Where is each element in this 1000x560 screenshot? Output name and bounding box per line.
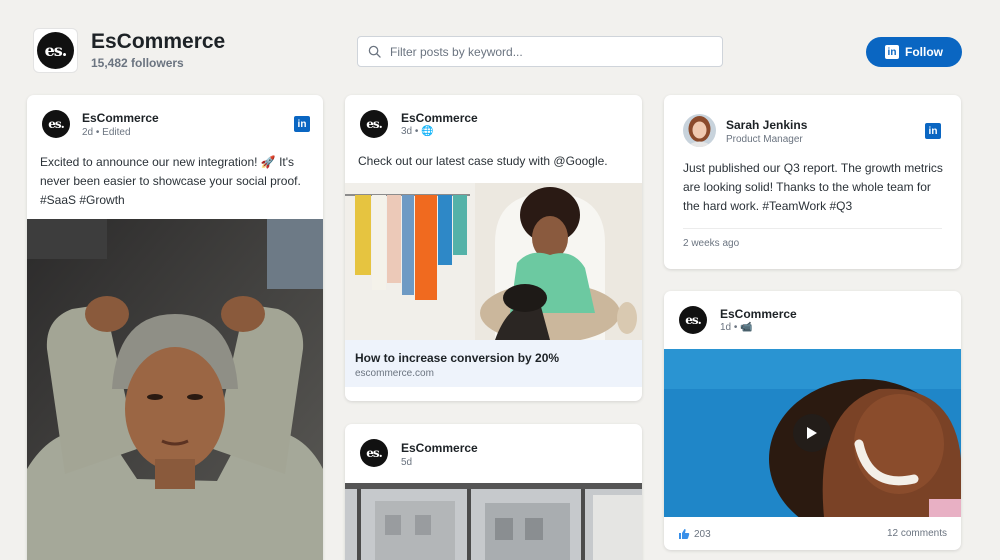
author-avatar[interactable]: es. <box>360 110 388 138</box>
post-meta: 2d • Edited <box>82 127 131 138</box>
follow-label: Follow <box>905 45 943 59</box>
post-image[interactable] <box>345 483 642 560</box>
link-domain: escommerce.com <box>355 368 434 379</box>
search-input[interactable] <box>390 44 690 59</box>
post-image[interactable] <box>345 183 642 340</box>
author-role: Product Manager <box>726 134 803 145</box>
link-title[interactable]: How to increase conversion by 20% <box>355 351 559 365</box>
brand-name[interactable]: EsCommerce <box>91 30 225 54</box>
post-card[interactable]: Sarah Jenkins Product Manager in Just pu… <box>664 95 961 269</box>
post-meta: 5d <box>401 457 413 468</box>
follow-button[interactable]: in Follow <box>866 37 962 67</box>
divider <box>683 228 942 229</box>
like-count-value: 203 <box>694 528 711 540</box>
post-card[interactable]: es. EsCommerce 3d • 🌐 Check out our late… <box>345 95 642 401</box>
search-bar[interactable] <box>357 36 723 67</box>
post-image[interactable] <box>27 219 323 560</box>
page-header: es. EsCommerce 15,482 followers in Follo… <box>0 0 1000 95</box>
play-icon <box>807 427 817 439</box>
post-time: 2 weeks ago <box>683 238 740 249</box>
author-avatar[interactable]: es. <box>42 110 70 138</box>
author-name[interactable]: EsCommerce <box>82 111 159 125</box>
comment-count[interactable]: 12 comments <box>887 528 947 539</box>
post-card[interactable]: es. EsCommerce 1d • 📹 203 12 comments <box>664 291 961 550</box>
post-text: Check out our latest case study with @Go… <box>358 154 608 168</box>
author-name[interactable]: Sarah Jenkins <box>726 118 807 132</box>
post-meta: 3d • 🌐 <box>401 126 434 137</box>
follower-count: 15,482 followers <box>91 56 184 70</box>
linkedin-icon: in <box>885 45 899 59</box>
author-avatar[interactable] <box>683 114 716 147</box>
play-button[interactable] <box>793 414 831 452</box>
author-avatar[interactable]: es. <box>679 306 707 334</box>
post-video[interactable] <box>664 349 961 517</box>
author-name[interactable]: EsCommerce <box>401 441 478 455</box>
post-card[interactable]: es. EsCommerce 5d <box>345 424 642 560</box>
like-count[interactable]: 203 <box>678 528 711 540</box>
post-text: Excited to announce our new integration!… <box>40 155 301 207</box>
link-preview[interactable]: How to increase conversion by 20% escomm… <box>345 340 642 387</box>
post-card[interactable]: es. EsCommerce 2d • Edited in Excited to… <box>27 95 323 560</box>
thumbs-up-icon <box>679 529 690 539</box>
linkedin-icon[interactable]: in <box>294 116 310 132</box>
post-meta: 1d • 📹 <box>720 322 753 333</box>
search-icon <box>368 45 381 58</box>
brand-logo[interactable]: es. <box>33 28 78 73</box>
linkedin-icon[interactable]: in <box>925 123 941 139</box>
post-text: Just published our Q3 report. The growth… <box>683 161 943 213</box>
logo-mark: es. <box>37 32 74 69</box>
author-name[interactable]: EsCommerce <box>401 111 478 125</box>
author-avatar[interactable]: es. <box>360 439 388 467</box>
author-name[interactable]: EsCommerce <box>720 307 797 321</box>
